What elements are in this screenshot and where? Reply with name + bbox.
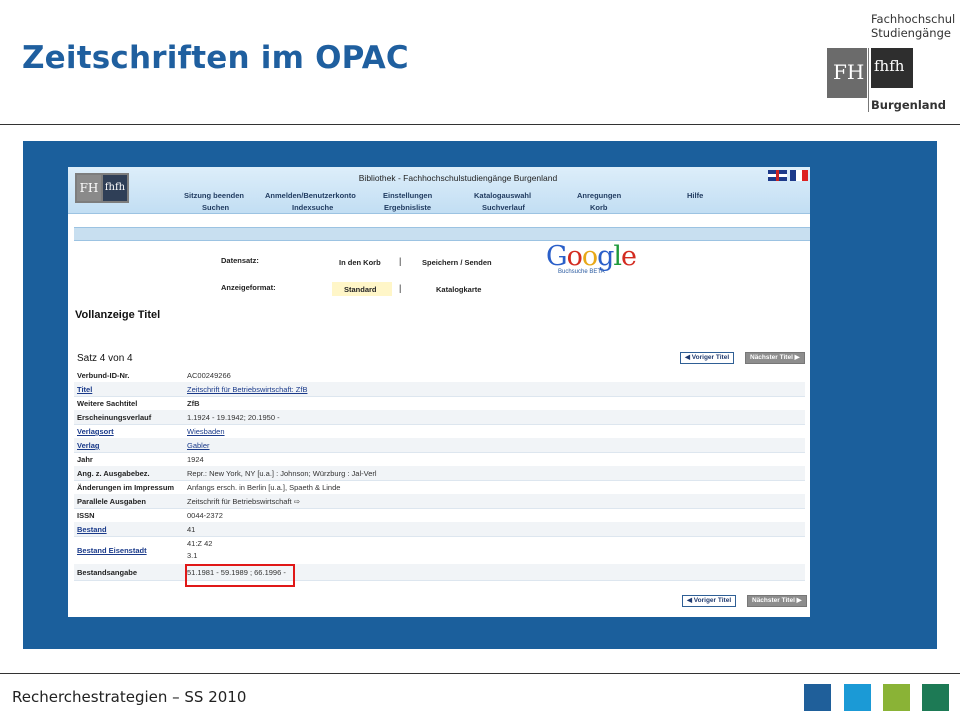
katalogkarte-link[interactable]: Katalogkarte — [436, 285, 481, 294]
record-row-verbund-id: Verbund-ID-Nr. AC00249266 — [74, 368, 805, 383]
record-row-bestandsangabe: Bestandsangabe 51.1981 - 59.1989 ; 66.19… — [74, 564, 805, 581]
field-label: Parallele Ausgaben — [77, 497, 146, 506]
nav-suchverlauf[interactable]: Suchverlauf — [482, 203, 525, 212]
opac-logo-left: FH — [77, 175, 101, 201]
logo-mark-right-text: fhfh — [874, 57, 905, 75]
field-value-second-line: 3.1 — [187, 551, 198, 560]
field-label: Erscheinungsverlauf — [77, 413, 152, 422]
record-row-erscheinungsverlauf: Erscheinungsverlauf 1.1924 - 19.1942; 20… — [74, 410, 805, 425]
field-label: Bestandsangabe — [77, 568, 138, 577]
field-value-link[interactable]: Wiesbaden — [187, 427, 225, 436]
field-label-link[interactable]: Verlag — [77, 441, 100, 450]
opac-screenshot: FH fhfh Bibliothek - Fachhochschulstudie… — [68, 167, 810, 617]
nav-korb[interactable]: Korb — [590, 203, 608, 212]
full-view-heading: Vollanzeige Titel — [75, 309, 161, 321]
field-label: Änderungen im Impressum — [77, 483, 175, 492]
previous-title-button[interactable]: ◀ Voriger Titel — [680, 352, 735, 364]
field-value: 0044-2372 — [187, 511, 223, 520]
slide-title: Zeitschriften im OPAC — [22, 40, 409, 76]
logo-divider — [868, 48, 869, 112]
footer-square-4 — [922, 684, 949, 711]
header-rule — [0, 124, 960, 125]
footer-text: Recherchestrategien – SS 2010 — [12, 688, 247, 706]
language-flags — [768, 170, 808, 182]
nav-anmelden[interactable]: Anmelden/Benutzerkonto — [265, 191, 356, 200]
anzeigeformat-label: Anzeigeformat: — [221, 283, 276, 292]
previous-title-button-bottom[interactable]: ◀ Voriger Titel — [682, 595, 737, 607]
opac-logo-right: fhfh — [103, 175, 127, 201]
field-value: Anfangs ersch. in Berlin [u.a.], Spaeth … — [187, 483, 341, 492]
field-value: 1924 — [187, 455, 204, 464]
field-label-link[interactable]: Bestand Eisenstadt — [77, 546, 147, 555]
field-value-link[interactable]: Gabler — [187, 441, 210, 450]
record-row-ausgabebez: Ang. z. Ausgabebez. Repr.: New York, NY … — [74, 466, 805, 481]
speichern-senden-link[interactable]: Speichern / Senden — [422, 258, 492, 267]
library-title: Bibliothek - Fachhochschulstudiengänge B… — [358, 173, 558, 183]
school-logo: Fachhochschul Studiengänge FH fhfh Burge… — [827, 12, 957, 122]
nav-suchen[interactable]: Suchen — [202, 203, 229, 212]
field-label: Verbund-ID-Nr. — [77, 371, 130, 380]
opac-header: FH fhfh Bibliothek - Fachhochschulstudie… — [68, 167, 810, 214]
field-value: AC00249266 — [187, 371, 231, 380]
footer-square-1 — [804, 684, 831, 711]
nav-einstellungen[interactable]: Einstellungen — [383, 191, 432, 200]
logo-mark-left-text: FH — [833, 60, 865, 84]
opac-logo[interactable]: FH fhfh — [75, 173, 129, 203]
record-row-weitere-sachtitel: Weitere Sachtitel ZfB — [74, 396, 805, 411]
separator: | — [399, 283, 402, 293]
record-row-bestand-eisenstadt: Bestand Eisenstadt 41:Z 42 3.1 — [74, 536, 805, 565]
field-label-link[interactable]: Titel — [77, 385, 92, 394]
highlight-box — [185, 564, 295, 587]
logo-line-3: Burgenland — [871, 98, 946, 112]
field-label: Jahr — [77, 455, 93, 464]
field-value: Repr.: New York, NY [u.a.] : Johnson; Wü… — [187, 469, 377, 478]
in-den-korb-link[interactable]: In den Korb — [339, 258, 381, 267]
record-row-jahr: Jahr 1924 — [74, 452, 805, 467]
nav-indexsuche[interactable]: Indexsuche — [292, 203, 333, 212]
record-row-impressum: Änderungen im Impressum Anfangs ersch. i… — [74, 480, 805, 495]
field-value: 1.1924 - 19.1942; 20.1950 - — [187, 413, 280, 422]
field-label: ISSN — [77, 511, 95, 520]
record-row-issn: ISSN 0044-2372 — [74, 508, 805, 523]
record-row-titel: Titel Zeitschrift für Betriebswirtschaft… — [74, 382, 805, 397]
field-label: Weitere Sachtitel — [77, 399, 138, 408]
nav-katalogauswahl[interactable]: Katalogauswahl — [474, 191, 531, 200]
google-word: Google — [546, 241, 637, 272]
field-label: Ang. z. Ausgabebez. — [77, 469, 150, 478]
nav-ergebnisliste[interactable]: Ergebnisliste — [384, 203, 431, 212]
footer-square-2 — [844, 684, 871, 711]
google-books-logo[interactable]: Google Buchsuche BETA — [546, 241, 637, 275]
google-books-subtitle: Buchsuche BETA — [558, 269, 605, 275]
field-label-link[interactable]: Verlagsort — [77, 427, 114, 436]
logo-line-2: Studiengänge — [871, 26, 951, 40]
next-title-button[interactable]: Nächster Titel ▶ — [745, 352, 805, 364]
header-stripe — [74, 227, 810, 241]
field-value: 41:Z 42 — [187, 539, 213, 548]
datensatz-label: Datensatz: — [221, 256, 259, 265]
footer-square-3 — [883, 684, 910, 711]
nav-anregungen[interactable]: Anregungen — [577, 191, 621, 200]
standard-format-link[interactable]: Standard — [344, 285, 377, 294]
nav-sitzung-beenden[interactable]: Sitzung beenden — [184, 191, 244, 200]
footer-rule — [0, 673, 960, 674]
field-value[interactable]: Zeitschrift für Betriebswirtschaft ⇨ — [187, 497, 300, 506]
record-counter: Satz 4 von 4 — [77, 353, 133, 364]
nav-hilfe[interactable]: Hilfe — [687, 191, 703, 200]
record-row-verlag: Verlag Gabler — [74, 438, 805, 453]
logo-mark-right: fhfh — [871, 48, 913, 88]
logo-mark-left: FH — [827, 48, 867, 98]
french-flag-icon[interactable] — [790, 170, 808, 181]
field-value: 41 — [187, 525, 196, 534]
record-row-bestand: Bestand 41 — [74, 522, 805, 537]
separator: | — [399, 256, 402, 266]
record-row-parallele-ausgaben: Parallele Ausgaben Zeitschrift für Betri… — [74, 494, 805, 509]
english-flag-icon[interactable] — [768, 170, 787, 181]
logo-line-1: Fachhochschul — [871, 12, 956, 26]
field-label-link[interactable]: Bestand — [77, 525, 107, 534]
field-value: ZfB — [187, 399, 200, 408]
field-value-link[interactable]: Zeitschrift für Betriebswirtschaft: ZfB — [187, 385, 307, 394]
record-row-verlagsort: Verlagsort Wiesbaden — [74, 424, 805, 439]
next-title-button-bottom[interactable]: Nächster Titel ▶ — [747, 595, 807, 607]
